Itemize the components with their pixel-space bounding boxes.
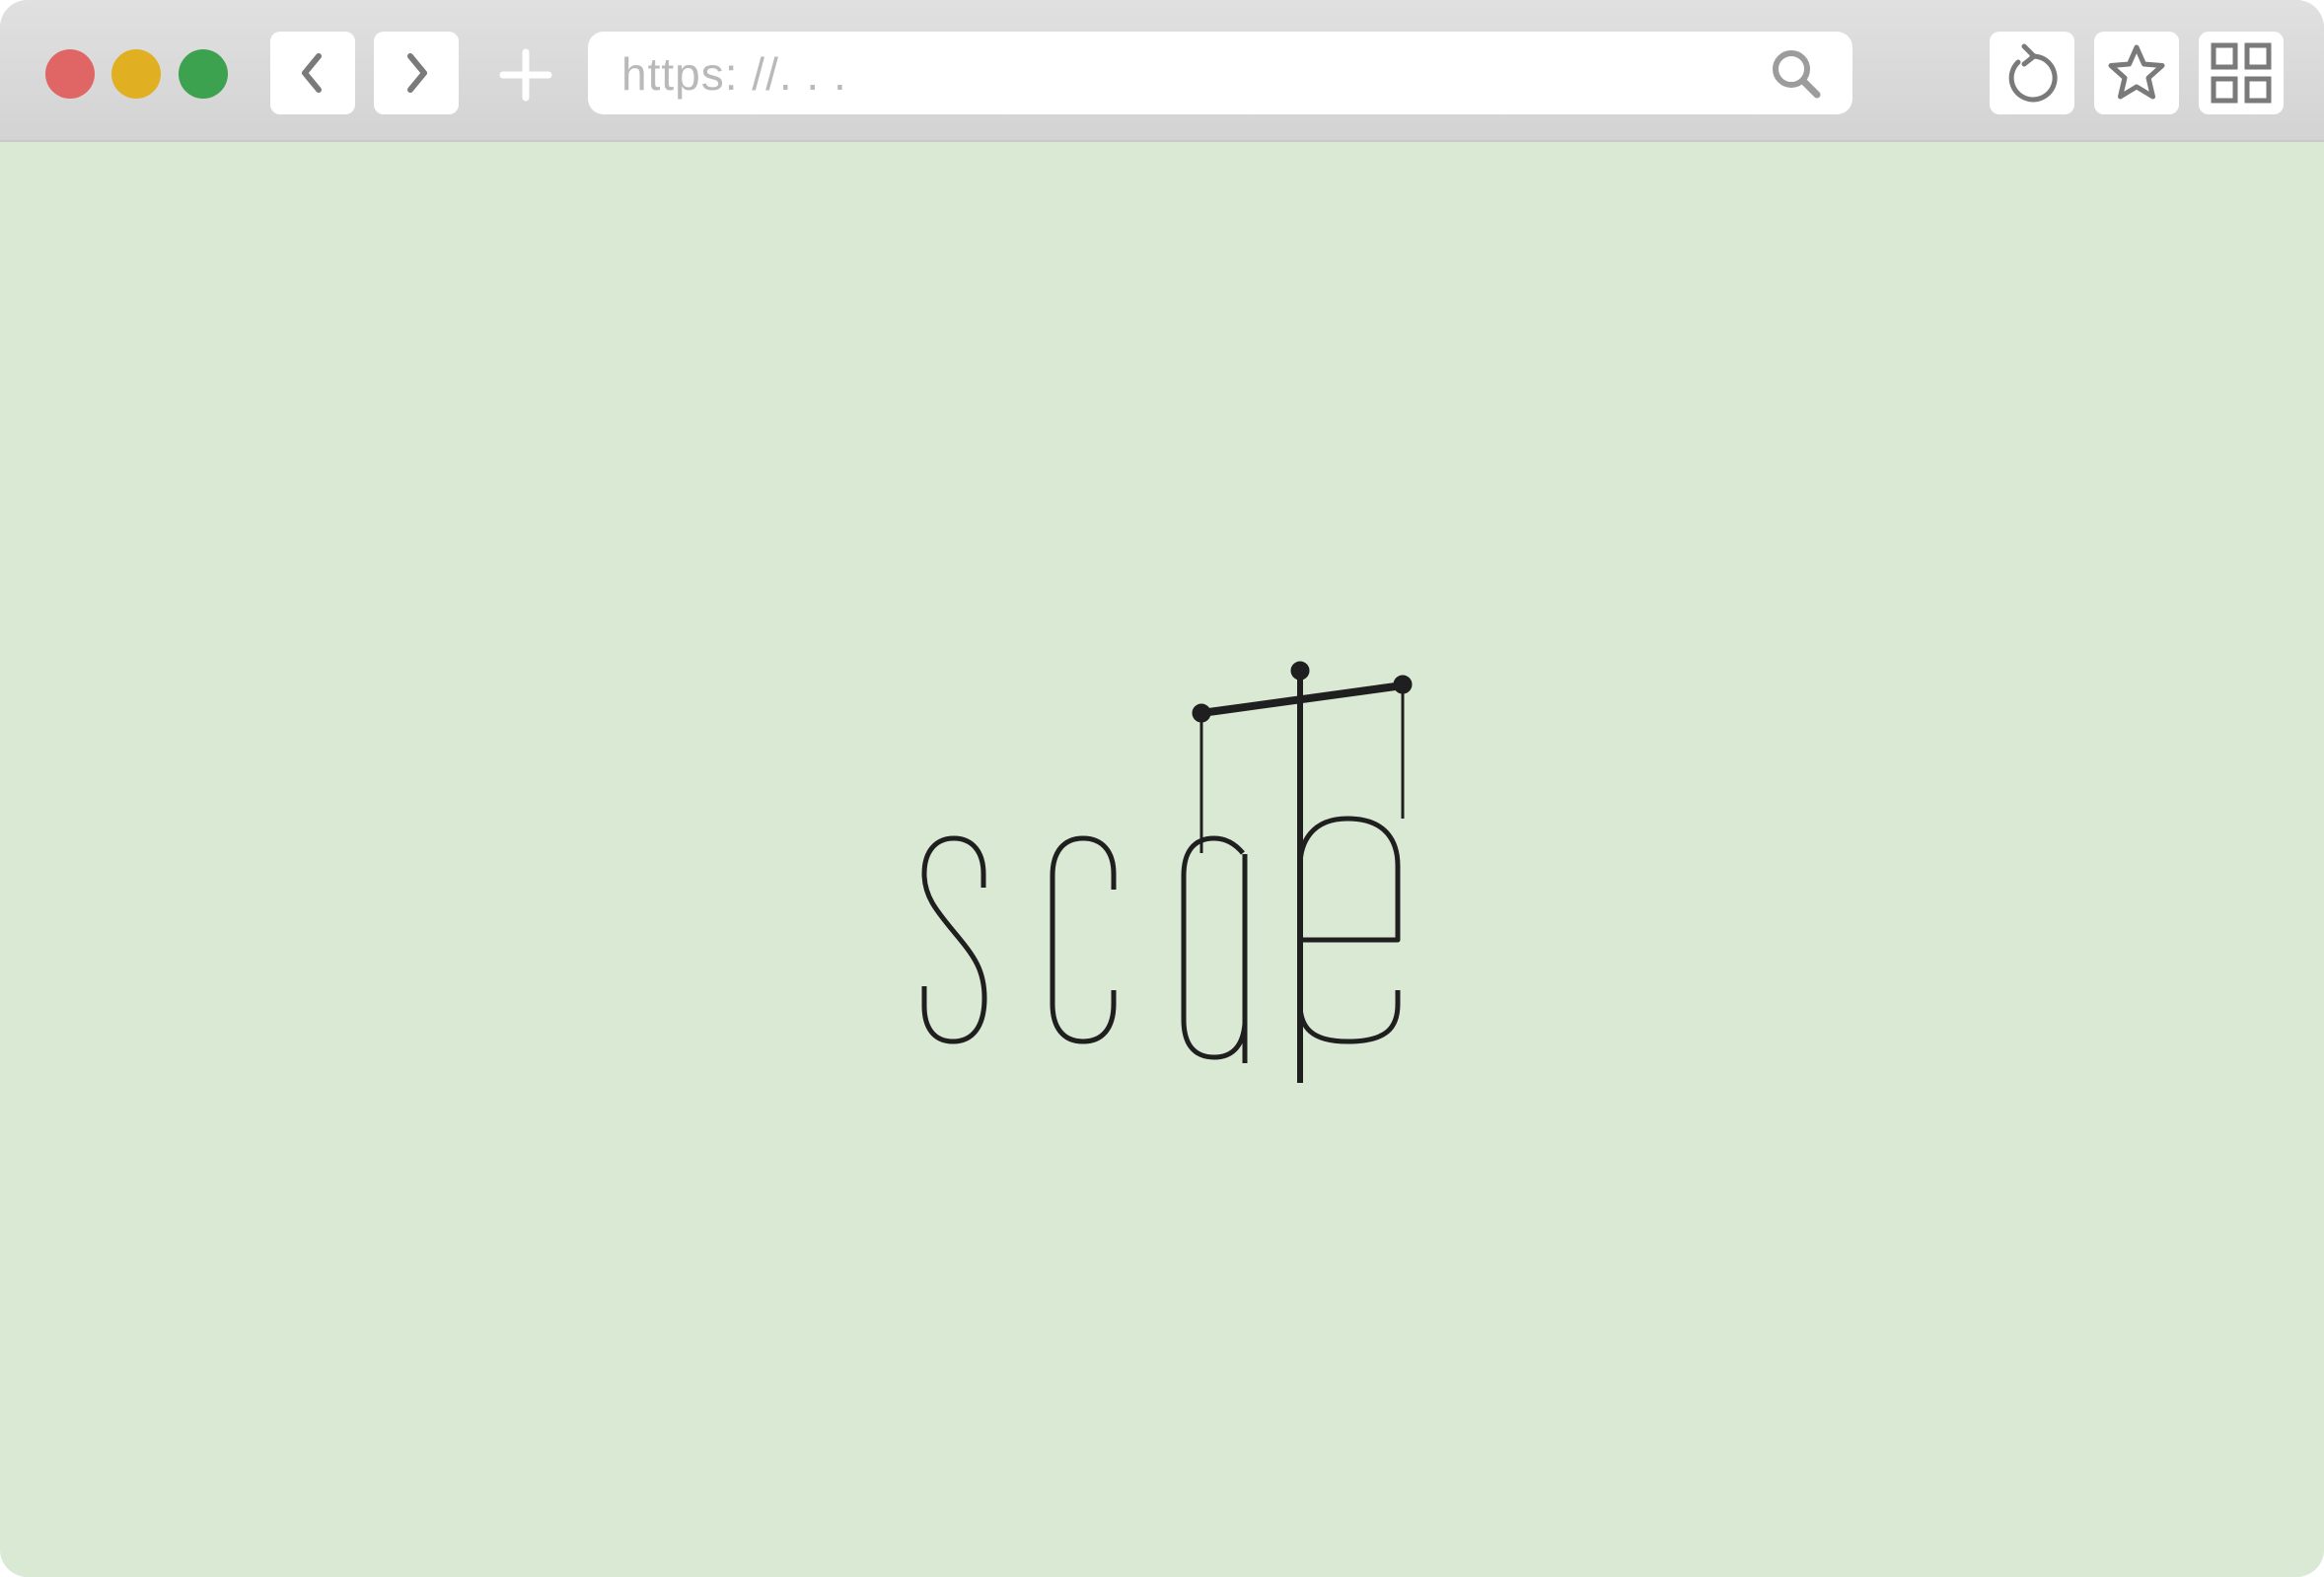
back-button[interactable] [270,32,355,114]
chevron-right-icon [397,48,436,98]
new-tab-button[interactable] [498,47,553,103]
scale-logo: scale [878,651,1470,1114]
search-icon[interactable] [1768,45,1825,103]
reload-button[interactable] [1990,32,2074,114]
star-icon [2106,42,2167,104]
zoom-window-button[interactable] [179,49,228,99]
chevron-left-icon [293,48,332,98]
reload-icon [2002,42,2062,104]
address-bar[interactable]: https: //. . . [588,32,1852,114]
plus-icon [499,48,552,102]
grid-icon [2210,41,2273,105]
minimize-window-button[interactable] [111,49,161,99]
forward-button[interactable] [374,32,459,114]
tabs-overview-button[interactable] [2199,32,2284,114]
address-placeholder[interactable]: https: //. . . [621,51,847,97]
browser-toolbar: https: //. . . [0,0,2324,142]
browser-window: https: //. . . [0,0,2324,1577]
close-window-button[interactable] [45,49,95,99]
bookmark-button[interactable] [2094,32,2179,114]
